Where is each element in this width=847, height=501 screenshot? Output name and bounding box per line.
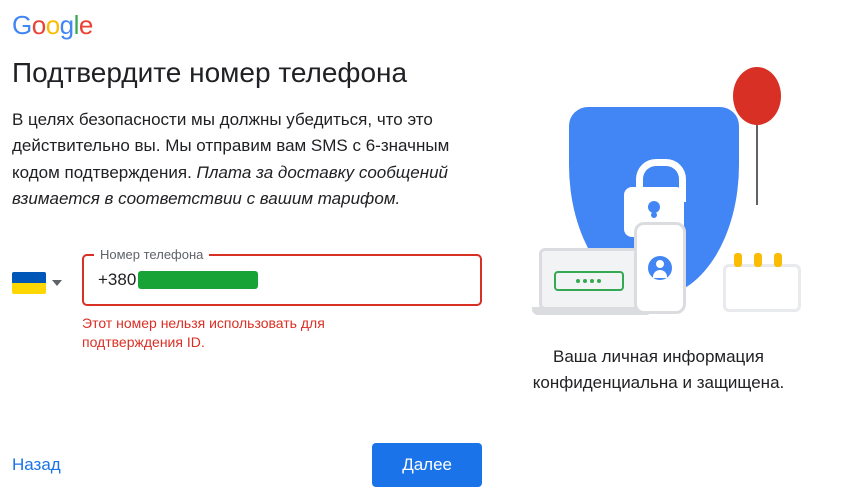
privacy-illustration (509, 67, 809, 322)
back-button[interactable]: Назад (12, 455, 61, 475)
phone-redacted (138, 271, 258, 289)
description: В целях безопасности мы должны убедиться… (12, 107, 482, 212)
password-field-icon (554, 271, 624, 291)
avatar-icon (648, 256, 672, 280)
page-title: Подтвердите номер телефона (12, 57, 482, 89)
phone-icon (634, 222, 686, 314)
next-button[interactable]: Далее (372, 443, 482, 487)
flag-ukraine-icon (12, 272, 46, 294)
google-logo: Google (12, 10, 835, 41)
cake-icon (723, 264, 801, 312)
privacy-tagline: Ваша личная информация конфиденциальна и… (499, 344, 819, 395)
phone-label: Номер телефона (94, 247, 209, 262)
error-message: Этот номер нельзя использовать для подтв… (82, 314, 422, 352)
phone-prefix: +380 (98, 270, 136, 290)
balloon-icon (733, 67, 781, 205)
chevron-down-icon (52, 280, 62, 286)
phone-input[interactable]: Номер телефона +380 (82, 254, 482, 306)
laptop-icon (539, 248, 639, 310)
country-selector[interactable] (12, 272, 62, 294)
